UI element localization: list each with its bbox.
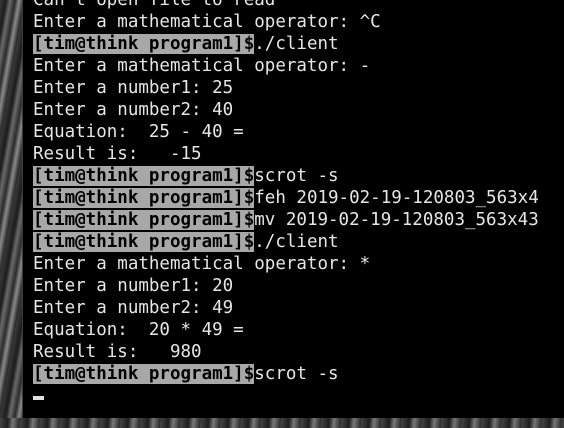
prompt-line: [tim@think program1]$scrot -s [33, 165, 564, 187]
terminal-output: Can't open file to read Enter a mathemat… [33, 0, 564, 407]
command-text: scrot -s [254, 166, 339, 186]
command-text: scrot -s [254, 364, 339, 384]
shell-prompt: [tim@think program1]$ [33, 34, 255, 54]
output-line: Can't open file to read [33, 0, 276, 10]
prompt-line: [tim@think program1]$./client [33, 231, 564, 253]
shell-prompt: [tim@think program1]$ [33, 232, 255, 252]
output-line: Enter a number1: 25 [33, 78, 234, 98]
command-text: mv 2019-02-19-120803_563x43 [254, 210, 539, 230]
prompt-line: [tim@think program1]$scrot -s [33, 363, 564, 385]
command-text: ./client [254, 232, 339, 252]
output-line: Enter a number1: 20 [33, 276, 234, 296]
command-text: feh 2019-02-19-120803_563x4 [254, 188, 539, 208]
prompt-line: [tim@think program1]$./client [33, 33, 564, 55]
text-cursor [33, 396, 44, 400]
shell-prompt: [tim@think program1]$ [33, 210, 255, 230]
command-text: ./client [254, 34, 339, 54]
shell-prompt: [tim@think program1]$ [33, 364, 255, 384]
output-line: Equation: 25 - 40 = [33, 122, 244, 142]
output-line: Enter a mathematical operator: ^C [33, 12, 381, 32]
terminal-window[interactable]: Can't open file to read Enter a mathemat… [22, 0, 564, 418]
output-line: Enter a mathematical operator: - [33, 56, 371, 76]
shell-prompt: [tim@think program1]$ [33, 166, 255, 186]
prompt-line: [tim@think program1]$feh 2019-02-19-1208… [33, 187, 564, 209]
desktop-background-bottom [0, 418, 564, 428]
shell-prompt: [tim@think program1]$ [33, 188, 255, 208]
output-line: Result is: -15 [33, 144, 202, 164]
output-line: Enter a mathematical operator: * [33, 254, 371, 274]
output-line: Equation: 20 * 49 = [33, 320, 244, 340]
output-line: Enter a number2: 40 [33, 100, 234, 120]
desktop-background [0, 0, 22, 428]
prompt-line: [tim@think program1]$mv 2019-02-19-12080… [33, 209, 564, 231]
input-line[interactable] [33, 385, 564, 407]
output-line: Result is: 980 [33, 342, 202, 362]
output-line: Enter a number2: 49 [33, 298, 234, 318]
